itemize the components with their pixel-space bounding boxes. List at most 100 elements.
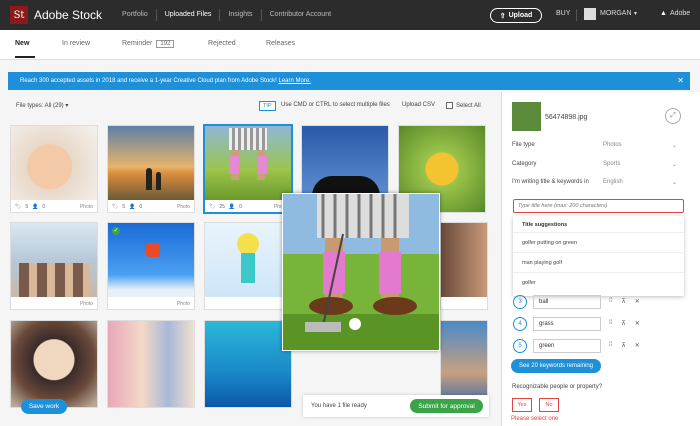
keyword-index: 3 [513, 295, 527, 309]
delete-icon[interactable]: ✕ [635, 342, 640, 349]
nav-uploaded-files[interactable]: Uploaded Files [155, 9, 220, 21]
active-tab-indicator [15, 56, 35, 58]
suggestions-header: Title suggestions [522, 222, 568, 228]
nav-insights[interactable]: Insights [219, 9, 260, 21]
tab-new[interactable]: New [15, 40, 29, 47]
asset-thumbnail[interactable] [204, 222, 292, 310]
tab-releases[interactable]: Releases [266, 40, 295, 47]
thumbnail-image [108, 321, 194, 407]
thumbnail-image [205, 223, 291, 297]
keyword-field[interactable]: green [533, 339, 601, 353]
thumbnail-image [108, 223, 194, 297]
title-suggestions-dropdown: Title suggestions golfer putting on gree… [513, 216, 684, 296]
stock-logo[interactable]: St [10, 6, 28, 24]
keyword-index: 4 [513, 317, 527, 331]
avatar[interactable] [584, 8, 596, 20]
keyword-tools: ⁞⁞ ⊼ ✕ [609, 342, 640, 349]
asset-thumbnail[interactable]: 🏷 5 👤 0 Photo [10, 125, 98, 213]
buy-link[interactable]: BUY [556, 10, 570, 17]
asset-thumbnail[interactable] [107, 320, 195, 408]
pin-icon[interactable]: ⊼ [621, 320, 625, 327]
suggestion-option[interactable]: man playing golf [522, 260, 562, 266]
asset-kind: Photo [176, 301, 190, 307]
chevron-down-icon[interactable]: ⌄ [672, 179, 677, 186]
select-all-checkbox[interactable]: Select All [446, 102, 481, 109]
asset-details-panel: 56474898.jpg ⤢ File type Photos ⌄ Catego… [501, 92, 700, 426]
asset-thumbnail[interactable] [204, 320, 292, 408]
drag-handle-icon[interactable]: ⁞⁞ [609, 320, 612, 327]
divider [576, 9, 577, 21]
thumbnail-image [205, 126, 291, 200]
suggestion-option[interactable]: golfer [522, 280, 536, 286]
banner-text: Reach 300 accepted assets in 2018 and re… [20, 78, 277, 84]
file-type-select[interactable]: Photos [603, 142, 622, 148]
pin-icon[interactable]: ⊼ [621, 342, 625, 349]
yes-button[interactable]: Yes [512, 398, 532, 412]
thumbnail-meta: 🏷 5 👤 0 [15, 204, 45, 210]
keyword-field[interactable]: ball [533, 295, 601, 309]
category-select[interactable]: Sports [603, 161, 620, 167]
title-input[interactable] [513, 199, 684, 213]
suggestion-option[interactable]: golfer putting on green [522, 240, 577, 246]
drag-handle-icon[interactable]: ⁞⁞ [609, 298, 612, 305]
asset-thumbnail[interactable] [10, 320, 98, 408]
tab-reminder[interactable]: Reminder 192 [122, 40, 175, 48]
tip-text: Use CMD or CTRL to select multiple files [281, 102, 390, 108]
thumbnail-image [11, 223, 97, 297]
delete-icon[interactable]: ✕ [635, 298, 640, 305]
learn-more-link[interactable]: Learn More. [279, 78, 311, 84]
keyword-count: 5 [25, 204, 29, 210]
tag-icon: 🏷 [15, 204, 22, 210]
user-name[interactable]: MORGAN [600, 10, 632, 17]
pin-icon[interactable]: ⊼ [621, 298, 625, 305]
delete-icon[interactable]: ✕ [635, 320, 640, 327]
adobe-icon: ▲ [660, 10, 667, 17]
check-icon: ✓ [112, 227, 120, 235]
submit-panel: You have 1 file ready Submit for approva… [303, 395, 489, 417]
file-types-label: File types: All (29) [16, 103, 64, 109]
keyword-tools: ⁞⁞ ⊼ ✕ [609, 320, 640, 327]
upload-csv-link[interactable]: Upload CSV [402, 102, 435, 108]
category-label: Category [512, 161, 537, 167]
keyword-count: 5 [122, 204, 126, 210]
see-keywords-button[interactable]: See 20 keywords remaining [511, 359, 601, 373]
chevron-down-icon[interactable]: ▾ [634, 10, 637, 17]
expand-icon[interactable]: ⤢ [665, 108, 681, 124]
no-button[interactable]: No [539, 398, 559, 412]
adobe-logo[interactable]: ▲ Adobe [660, 10, 690, 17]
checkbox[interactable] [446, 102, 453, 109]
chevron-down-icon[interactable]: ⌄ [672, 142, 677, 149]
validation-message: Please select one [511, 416, 559, 422]
chevron-down-icon: ▾ [65, 103, 69, 109]
tag-icon: 🏷 [209, 204, 216, 210]
thumbnail-meta: 🏷 25 👤 0 [209, 204, 242, 210]
asset-thumbnail[interactable]: ✓ Photo [107, 222, 195, 310]
tab-rejected[interactable]: Rejected [208, 40, 236, 47]
file-types-filter[interactable]: File types: All (29) ▾ [16, 102, 68, 109]
drag-handle-icon[interactable]: ⁞⁞ [609, 342, 612, 349]
asset-thumbnail[interactable]: Photo [10, 222, 98, 310]
keyword-field[interactable]: grass [533, 317, 601, 331]
preview-image [283, 194, 439, 350]
nav-contributor-account[interactable]: Contributor Account [260, 9, 339, 21]
tab-reminder-label: Reminder [122, 40, 153, 47]
chevron-down-icon[interactable]: ⌄ [672, 161, 677, 168]
tab-in-review[interactable]: In review [62, 40, 90, 47]
upload-label: Upload [508, 12, 533, 19]
save-work-button[interactable]: Save work [21, 399, 67, 414]
asset-thumbnail[interactable] [440, 222, 488, 310]
close-icon[interactable]: ✕ [677, 72, 684, 90]
reminder-count-badge: 192 [156, 40, 175, 48]
adobe-label: Adobe [669, 10, 691, 17]
asset-filename: 56474898.jpg [545, 114, 588, 121]
language-select[interactable]: English [603, 179, 623, 185]
tip-badge: TIP [259, 101, 276, 111]
asset-thumbnail-selected[interactable]: 🏷 25 👤 0 Photo [203, 124, 293, 214]
status-tabs: New In review Reminder 192 Rejected Relea… [0, 30, 700, 60]
language-label: I'm writing title & keywords in [512, 179, 589, 185]
upload-button[interactable]: ⇧ Upload [490, 8, 542, 23]
asset-thumbnail[interactable]: 🏷 5 👤 0 Photo [107, 125, 195, 213]
submit-for-approval-button[interactable]: Submit for approval [410, 399, 483, 413]
brand-name[interactable]: Adobe Stock [34, 8, 102, 22]
nav-portfolio[interactable]: Portfolio [114, 9, 156, 21]
